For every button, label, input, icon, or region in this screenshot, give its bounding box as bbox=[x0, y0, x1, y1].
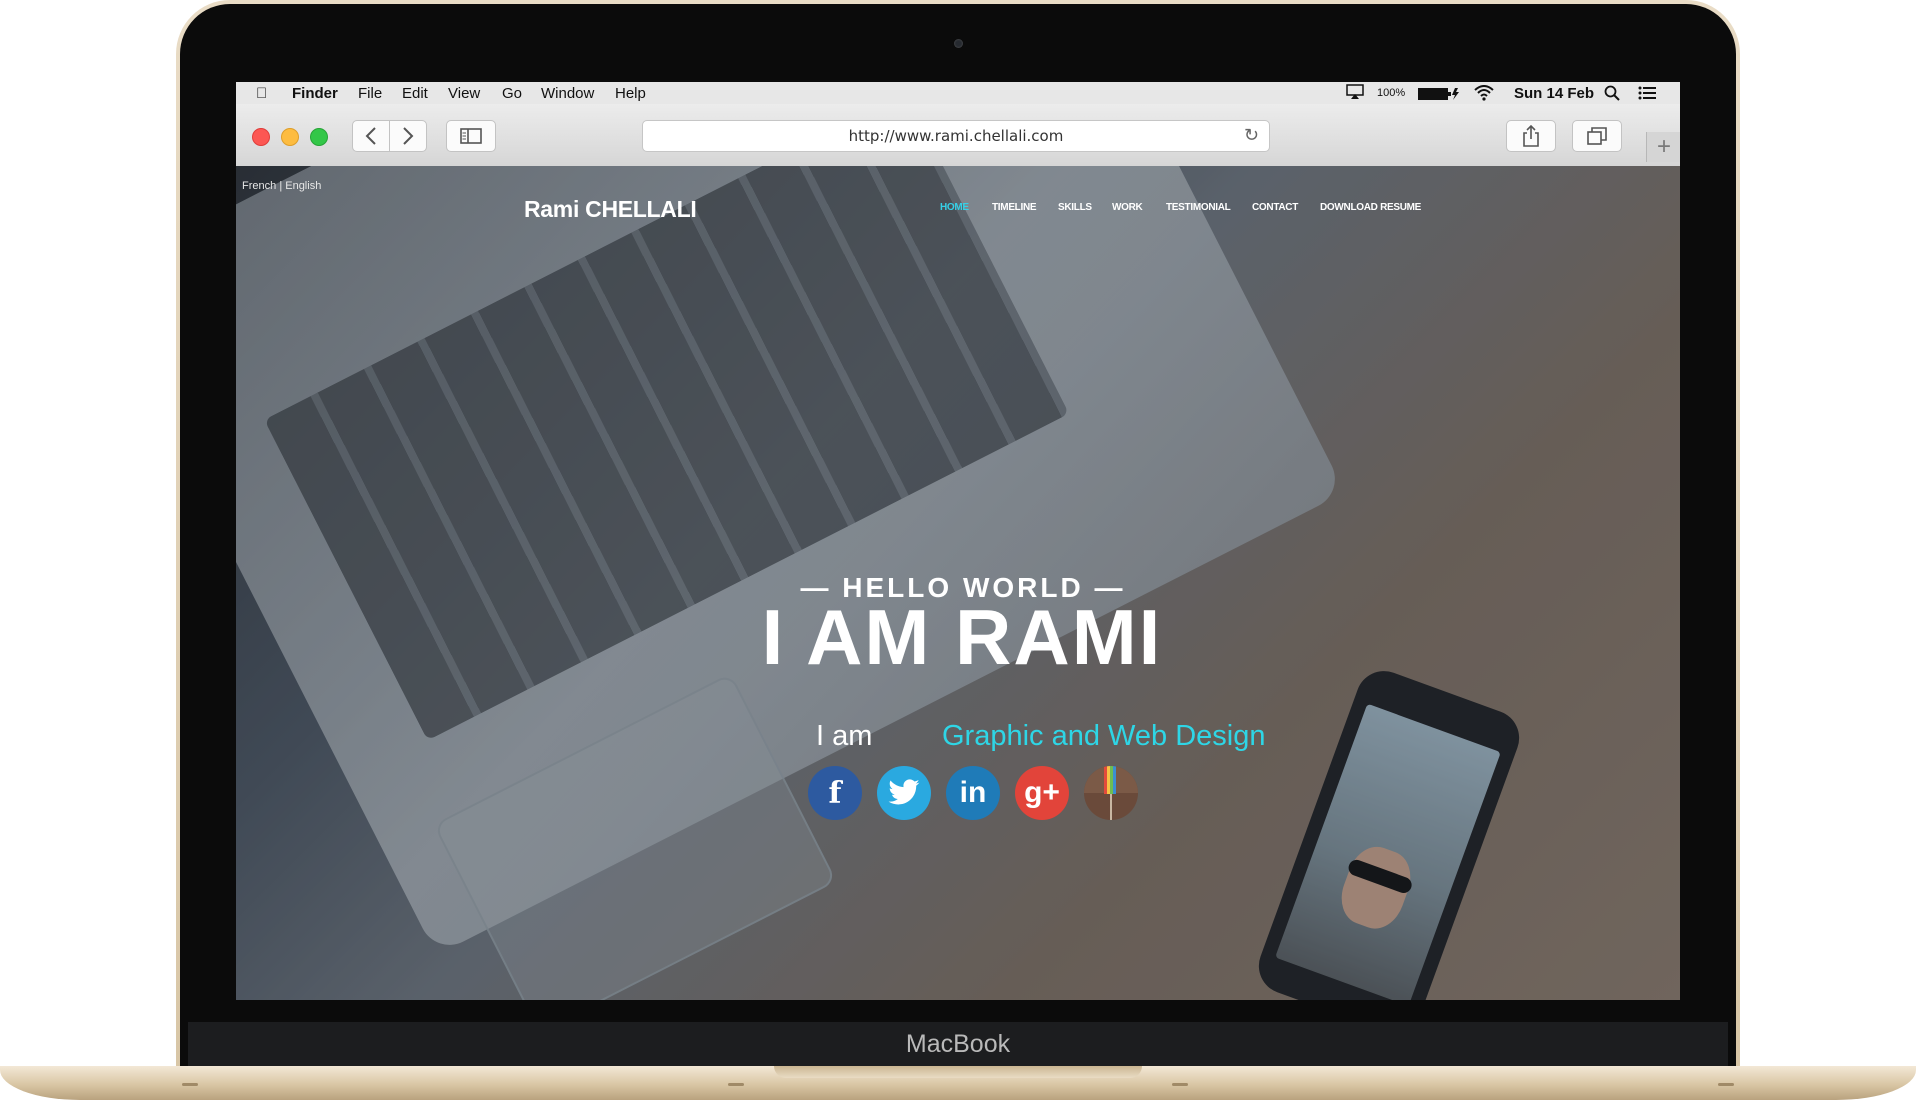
minimize-window-button[interactable] bbox=[281, 128, 299, 146]
hero-headline: I AM RAMI bbox=[761, 593, 1163, 681]
lang-english-link[interactable]: English bbox=[285, 180, 321, 192]
hero-role: Graphic and Web Design bbox=[942, 720, 1266, 752]
reload-icon[interactable]: ↻ bbox=[1244, 121, 1259, 151]
chevron-left-icon bbox=[365, 127, 376, 145]
new-tab-button[interactable]: + bbox=[1646, 132, 1680, 162]
browser-toolbar: http://www.rami.chellali.com ↻ bbox=[236, 104, 1680, 167]
menu-help[interactable]: Help bbox=[615, 85, 646, 102]
menu-go[interactable]: Go bbox=[502, 85, 522, 102]
battery-percent: 100% bbox=[1377, 87, 1406, 99]
menu-view[interactable]: View bbox=[448, 85, 480, 102]
tabs-overview-button[interactable] bbox=[1572, 120, 1622, 152]
zoom-window-button[interactable] bbox=[310, 128, 328, 146]
base-foot bbox=[1172, 1083, 1188, 1086]
instagram-icon[interactable] bbox=[1084, 766, 1138, 820]
twitter-bird-icon bbox=[888, 779, 920, 805]
menu-file[interactable]: File bbox=[358, 85, 382, 102]
screen:  Finder File Edit View Go Window Help 1… bbox=[236, 82, 1680, 1000]
base-foot bbox=[182, 1083, 198, 1086]
share-button[interactable] bbox=[1506, 120, 1556, 152]
linkedin-icon[interactable]: in bbox=[946, 766, 1000, 820]
notification-center-icon[interactable] bbox=[1638, 86, 1656, 104]
hero-prefix: I am bbox=[816, 720, 873, 752]
webpage-hero: French | English Rami CHELLALI HOME TIME… bbox=[236, 166, 1680, 1000]
google-plus-icon[interactable]: g+ bbox=[1015, 766, 1069, 820]
nav-download-resume[interactable]: DOWNLOAD RESUME bbox=[1320, 202, 1421, 213]
hinge-notch bbox=[774, 1066, 1142, 1078]
camera-icon bbox=[954, 39, 963, 48]
nav-skills[interactable]: SKILLS bbox=[1058, 202, 1092, 213]
clock-date[interactable]: Sun 14 Feb bbox=[1514, 85, 1594, 102]
instagram-stripes-icon bbox=[1084, 766, 1138, 820]
lang-french-link[interactable]: French bbox=[242, 180, 276, 192]
tabs-icon bbox=[1587, 127, 1607, 145]
forward-button[interactable] bbox=[389, 120, 427, 152]
mac-menubar:  Finder File Edit View Go Window Help 1… bbox=[236, 82, 1680, 105]
language-switcher: French | English bbox=[242, 180, 321, 192]
wifi-icon[interactable] bbox=[1474, 85, 1494, 105]
lang-separator: | bbox=[279, 180, 283, 192]
apple-icon[interactable]:  bbox=[256, 85, 267, 102]
menu-edit[interactable]: Edit bbox=[402, 85, 428, 102]
share-icon bbox=[1523, 125, 1539, 147]
url-text: http://www.rami.chellali.com bbox=[848, 127, 1064, 145]
base-foot bbox=[728, 1083, 744, 1086]
site-brand[interactable]: Rami CHELLALI bbox=[524, 196, 697, 223]
menu-app-finder[interactable]: Finder bbox=[292, 85, 338, 102]
sidebar-icon bbox=[460, 128, 482, 144]
back-button[interactable] bbox=[352, 120, 390, 152]
nav-timeline[interactable]: TIMELINE bbox=[992, 202, 1037, 213]
facebook-icon[interactable]: f bbox=[808, 766, 862, 820]
sidebar-toggle-button[interactable] bbox=[446, 120, 496, 152]
spotlight-search-icon[interactable] bbox=[1604, 85, 1620, 105]
address-bar[interactable]: http://www.rami.chellali.com ↻ bbox=[642, 120, 1270, 152]
base-foot bbox=[1718, 1083, 1734, 1086]
menu-window[interactable]: Window bbox=[541, 85, 594, 102]
close-window-button[interactable] bbox=[252, 128, 270, 146]
airplay-icon[interactable] bbox=[1346, 84, 1364, 104]
battery-icon[interactable] bbox=[1418, 87, 1460, 104]
twitter-icon[interactable] bbox=[877, 766, 931, 820]
nav-testimonial[interactable]: TESTIMONIAL bbox=[1166, 202, 1231, 213]
nav-work[interactable]: WORK bbox=[1112, 202, 1143, 213]
device-label: MacBook bbox=[905, 1030, 1011, 1058]
nav-contact[interactable]: CONTACT bbox=[1252, 202, 1298, 213]
chevron-right-icon bbox=[403, 127, 414, 145]
nav-home[interactable]: HOME bbox=[940, 202, 969, 213]
